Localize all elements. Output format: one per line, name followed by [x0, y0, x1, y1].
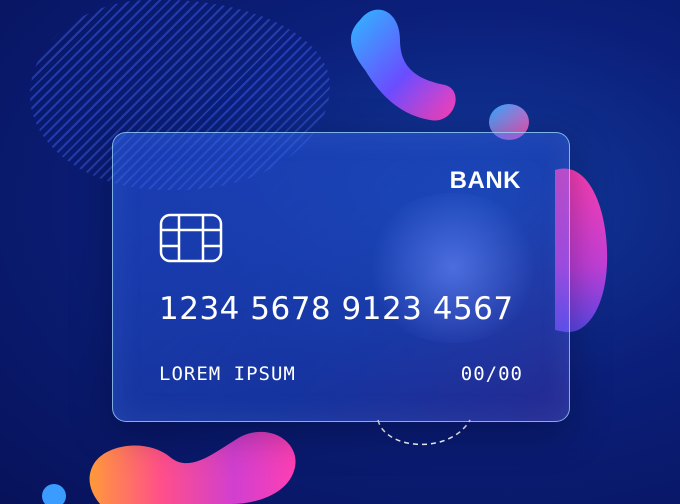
- blob-top-decoration: [350, 9, 456, 121]
- card-expiry: 00/00: [460, 363, 523, 385]
- card-number: 1234 5678 9123 4567: [159, 291, 514, 327]
- card-chip-icon: [159, 213, 223, 263]
- credit-card: BANK 1234 5678 9123 4567 LOREM IPSUM 00/…: [112, 132, 570, 422]
- bank-name: BANK: [449, 167, 521, 194]
- card-holder-name: LOREM IPSUM: [159, 363, 296, 385]
- blob-bottom-decoration: [42, 431, 296, 504]
